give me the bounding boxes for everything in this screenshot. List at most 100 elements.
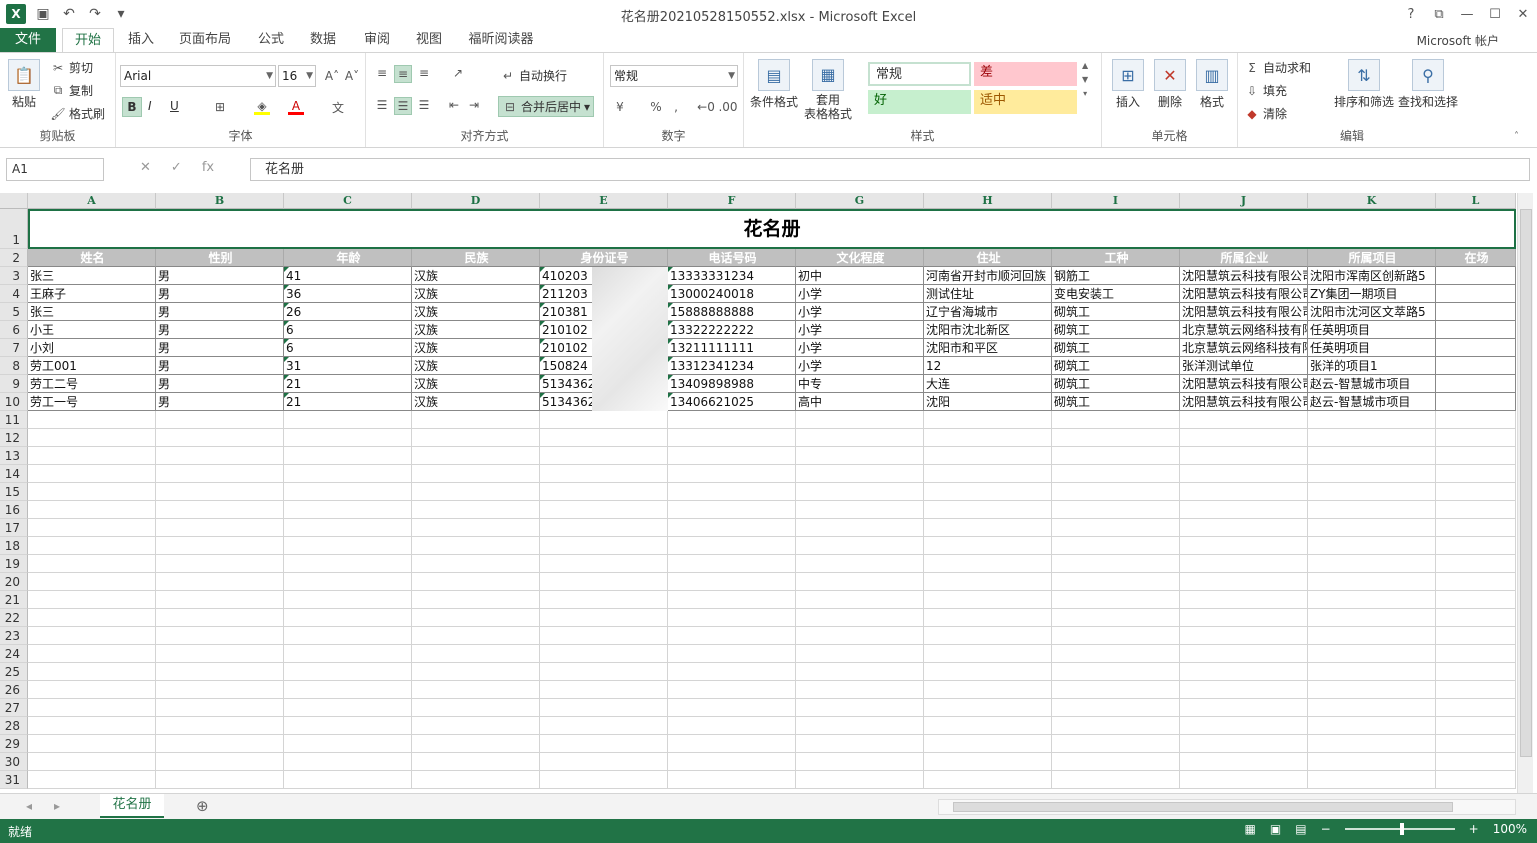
cell[interactable] xyxy=(924,681,1052,699)
cell[interactable] xyxy=(924,735,1052,753)
cell[interactable] xyxy=(1436,663,1516,681)
cell[interactable] xyxy=(1436,501,1516,519)
cell[interactable] xyxy=(1052,681,1180,699)
cell[interactable] xyxy=(284,681,412,699)
cell[interactable]: 小学 xyxy=(796,357,924,375)
fill-button[interactable]: ⇩ 填充 xyxy=(1244,82,1287,99)
page-layout-view-icon[interactable]: ▣ xyxy=(1270,822,1281,836)
cell[interactable]: 身份证号 xyxy=(540,249,668,267)
cell[interactable] xyxy=(1436,627,1516,645)
cell[interactable]: 劳工二号 xyxy=(28,375,156,393)
cell[interactable]: 测试住址 xyxy=(924,285,1052,303)
next-sheet-icon[interactable]: ▸ xyxy=(54,799,60,813)
row-header[interactable]: 3 xyxy=(0,267,28,285)
cell[interactable]: 13000240018 xyxy=(668,285,796,303)
minimize-icon[interactable]: — xyxy=(1453,0,1481,28)
cell[interactable] xyxy=(1052,591,1180,609)
cell[interactable]: 男 xyxy=(156,393,284,411)
row-header[interactable]: 26 xyxy=(0,681,28,699)
cell[interactable]: 男 xyxy=(156,357,284,375)
cell[interactable] xyxy=(796,609,924,627)
cell[interactable] xyxy=(924,699,1052,717)
cell[interactable] xyxy=(540,537,668,555)
row-header[interactable]: 23 xyxy=(0,627,28,645)
zoom-in-icon[interactable]: + xyxy=(1469,822,1479,836)
cell[interactable]: 高中 xyxy=(796,393,924,411)
sort-filter-button[interactable]: ⇅ 排序和筛选 xyxy=(1334,59,1394,110)
zoom-slider[interactable] xyxy=(1344,823,1455,835)
cell[interactable] xyxy=(1180,753,1308,771)
cell[interactable]: 13409898988 xyxy=(668,375,796,393)
cell[interactable]: 沈阳市沈北新区 xyxy=(924,321,1052,339)
horizontal-scrollbar[interactable] xyxy=(938,799,1516,815)
row-header[interactable]: 10 xyxy=(0,393,28,411)
cell[interactable] xyxy=(796,519,924,537)
cell[interactable]: 砌筑工 xyxy=(1052,393,1180,411)
cell[interactable]: 男 xyxy=(156,375,284,393)
align-right-button[interactable]: ☰ xyxy=(416,97,432,113)
increase-indent-button[interactable]: ⇥ xyxy=(466,97,482,113)
cell[interactable] xyxy=(284,609,412,627)
cell[interactable]: 21 xyxy=(284,375,412,393)
cell[interactable] xyxy=(668,555,796,573)
row-header[interactable]: 4 xyxy=(0,285,28,303)
cell[interactable] xyxy=(412,537,540,555)
cell[interactable]: 13406621025 xyxy=(668,393,796,411)
align-center-button[interactable]: ☰ xyxy=(394,97,412,115)
cell[interactable] xyxy=(540,609,668,627)
cell[interactable] xyxy=(1436,699,1516,717)
formula-input[interactable]: 花名册 xyxy=(250,158,1530,181)
tab-view[interactable]: 视图 xyxy=(406,28,452,52)
cell[interactable]: 汉族 xyxy=(412,375,540,393)
cell[interactable]: 41 xyxy=(284,267,412,285)
cell[interactable] xyxy=(28,447,156,465)
roster-title-cell[interactable]: 花名册 xyxy=(28,209,1516,249)
cell[interactable] xyxy=(540,447,668,465)
cell[interactable] xyxy=(796,717,924,735)
increase-decimal-button[interactable]: ←0 xyxy=(697,99,715,115)
cell[interactable] xyxy=(1052,645,1180,663)
add-sheet-icon[interactable]: ⊕ xyxy=(196,797,209,815)
cell[interactable] xyxy=(668,573,796,591)
cell[interactable] xyxy=(284,537,412,555)
cell[interactable] xyxy=(28,555,156,573)
column-header[interactable]: J xyxy=(1180,193,1308,209)
cell[interactable] xyxy=(540,663,668,681)
cell[interactable] xyxy=(156,627,284,645)
prev-sheet-icon[interactable]: ◂ xyxy=(26,799,32,813)
cell[interactable]: 男 xyxy=(156,321,284,339)
cell[interactable] xyxy=(28,663,156,681)
cell[interactable] xyxy=(1308,411,1436,429)
cell[interactable] xyxy=(284,735,412,753)
cell[interactable] xyxy=(412,447,540,465)
cell[interactable] xyxy=(156,645,284,663)
cell[interactable] xyxy=(540,645,668,663)
cell[interactable] xyxy=(28,429,156,447)
cell[interactable]: 赵云-智慧城市项目 xyxy=(1308,375,1436,393)
cell[interactable] xyxy=(924,753,1052,771)
row-header[interactable]: 18 xyxy=(0,537,28,555)
cell[interactable] xyxy=(540,699,668,717)
column-header[interactable]: E xyxy=(540,193,668,209)
underline-button[interactable]: U xyxy=(170,99,179,113)
cell[interactable] xyxy=(284,411,412,429)
cell[interactable]: 汉族 xyxy=(412,393,540,411)
cell[interactable] xyxy=(1308,537,1436,555)
cell[interactable]: 张洋的项目1 xyxy=(1308,357,1436,375)
row-header[interactable]: 24 xyxy=(0,645,28,663)
cell[interactable] xyxy=(1180,465,1308,483)
shrink-font-button[interactable]: A˅ xyxy=(344,68,360,84)
cell[interactable] xyxy=(540,753,668,771)
cell[interactable] xyxy=(1180,591,1308,609)
cell[interactable] xyxy=(1436,591,1516,609)
grow-font-button[interactable]: A˄ xyxy=(324,68,340,84)
column-header[interactable]: H xyxy=(924,193,1052,209)
row-header[interactable]: 14 xyxy=(0,465,28,483)
cell[interactable]: 电话号码 xyxy=(668,249,796,267)
cell[interactable] xyxy=(668,519,796,537)
cell[interactable] xyxy=(284,753,412,771)
comma-button[interactable]: , xyxy=(668,99,684,115)
cell[interactable]: 砌筑工 xyxy=(1052,321,1180,339)
cell[interactable]: 沈阳慧筑云科技有限公司 xyxy=(1180,267,1308,285)
row-header[interactable]: 11 xyxy=(0,411,28,429)
